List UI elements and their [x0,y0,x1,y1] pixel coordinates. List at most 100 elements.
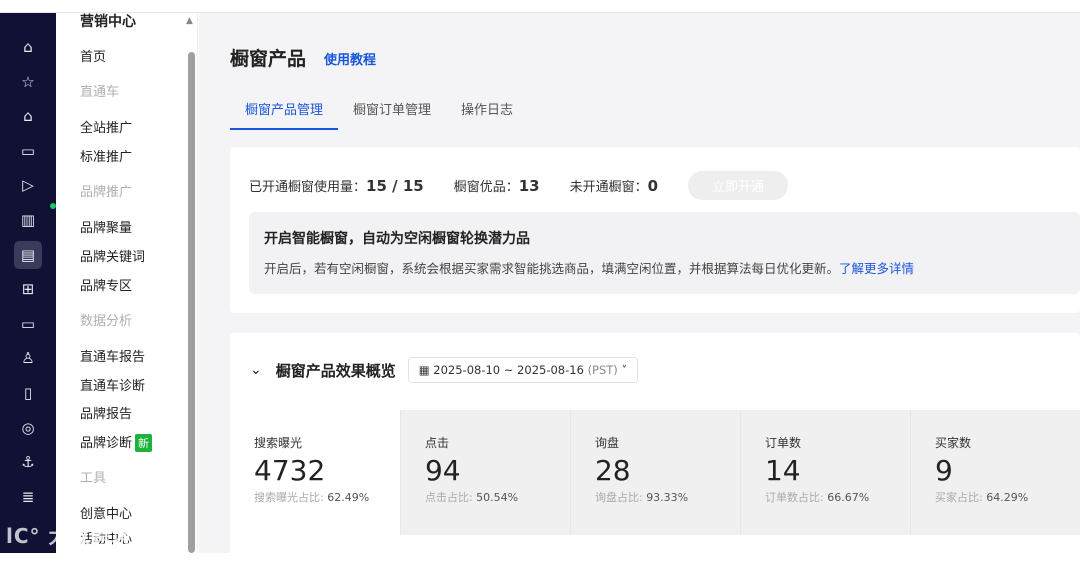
nav-label: 品牌报告 [80,407,133,422]
showcase-status-card: 已开通橱窗使用量： 15 / 15 橱窗优品： 13 未开通橱窗： 0 立即开通 开启… [230,147,1080,313]
nav-label: 品牌诊断 [80,436,133,451]
nav-group-label: 品牌推广 [80,181,132,200]
scroll-up-arrow[interactable]: ▲ [186,16,193,26]
metric-value: 28 [594,454,631,487]
nav-item[interactable]: 全站推广 [80,117,132,136]
metrics-row: 搜索曝光 4732 搜索曝光占比: 62.49% 点击 94 点击占比: 50.54% 询盘… [230,410,1080,535]
quality-value: 13 [518,176,540,195]
tab-showcase-orders[interactable]: 橱窗订单管理 [338,97,446,130]
metric-ratio-label: 订单数占比: [764,491,824,504]
unopened-label: 未开通橱窗： [569,180,648,195]
metric-ratio: 93.33% [646,491,689,504]
tabs: 橱窗产品管理 橱窗订单管理 操作日志 [230,97,528,130]
star-icon[interactable]: ☆ [14,68,42,96]
smart-desc: 开启后，若有空闲橱窗，系统会根据买家需求智能挑选商品，填满空闲位置，并根据算法每… [264,261,840,276]
learn-more-link[interactable]: 了解更多详情 [839,261,914,276]
metric-ratio: 66.67% [827,491,870,504]
nav-item[interactable]: 品牌诊断新 [80,432,153,452]
store-icon[interactable]: ⌂ [14,102,42,130]
nav-label: 直通车诊断 [80,379,146,394]
nav-item[interactable]: 品牌报告 [80,403,132,422]
page-title: 橱窗产品 [230,48,307,70]
metric-ratio: 62.49% [327,491,370,504]
users-icon[interactable]: ♙ [14,344,42,372]
nav-label: 直通车报告 [80,350,146,365]
nav-item[interactable]: 品牌关键词 [80,246,145,265]
overview-card: ⌄ 橱窗产品效果概览 ▦ 2025-08-10 ~ 2025-08-16 (PS… [230,333,1080,563]
overview-title: 橱窗产品效果概览 [275,361,396,380]
nav-item[interactable]: 直通车报告 [80,346,145,365]
metric-value: 14 [764,454,801,487]
watermark-logo: lC° 大数跨境 [6,524,133,548]
nav-label: 数据分析 [80,314,133,329]
metric-card[interactable]: 搜索曝光 4732 搜索曝光占比: 62.49% [230,410,400,535]
metric-ratio-label: 搜索曝光占比: [254,491,324,504]
nav-label: 品牌聚量 [80,221,133,236]
globe-icon[interactable]: ◎ [14,414,42,442]
tab-operation-log[interactable]: 操作日志 [446,97,528,130]
nav-item[interactable]: 首页 [80,46,106,65]
used-label: 已开通橱窗使用量： [249,180,367,195]
tab-showcase-products[interactable]: 橱窗产品管理 [230,97,339,130]
new-badge: 新 [135,434,153,452]
tutorial-link[interactable]: 使用教程 [324,49,376,68]
nav-label: 工具 [80,471,107,486]
video-icon[interactable]: ▷ [14,171,42,199]
smart-title: 开启智能橱窗，自动为空闲橱窗轮换潜力品 [264,231,530,247]
metric-ratio-label: 买家占比: [935,491,983,504]
ticket-icon[interactable]: ⊞ [14,275,42,303]
clipboard-icon[interactable]: ▯ [14,379,42,407]
metric-label: 买家数 [935,436,972,450]
nav-heading: 营销中心 [80,14,136,30]
nav-item[interactable]: 直通车诊断 [80,375,145,394]
chart-icon[interactable]: ▥ [14,203,56,234]
open-now-button[interactable]: 立即开通 [688,171,789,200]
nav-item[interactable]: 品牌聚量 [80,217,132,236]
nav-label: 品牌推广 [80,185,133,200]
metric-ratio-label: 询盘占比: [594,491,643,504]
nav-group-label: 工具 [80,467,106,486]
nav-label: 品牌关键词 [80,250,146,265]
ship-icon[interactable]: ⚓ [14,448,42,476]
metric-label: 订单数 [764,436,801,450]
metric-label: 搜索曝光 [254,436,303,450]
metric-label: 点击 [424,436,449,450]
nav-label: 标准推广 [80,150,133,165]
top-bar [0,0,1080,13]
secondary-sidebar: 营销中心首页直通车全站推广标准推广品牌推广品牌聚量品牌关键词品牌专区数据分析直通… [56,13,198,553]
used-value: 15 / 15 [366,176,424,195]
browser-icon[interactable]: ▭ [14,137,42,165]
metric-label: 询盘 [594,436,619,450]
sidebar-scrollbar[interactable] [188,52,195,553]
metric-value: 94 [424,454,461,487]
nav-group-label: 数据分析 [80,310,132,329]
message-icon[interactable]: ▭ [14,310,42,338]
metric-value: 9 [935,454,953,487]
nav-item[interactable]: 品牌专区 [80,275,132,294]
database-icon[interactable]: ≣ [14,483,42,511]
metric-card[interactable]: 询盘 28 询盘占比: 93.33% [569,410,740,535]
metric-card[interactable]: 订单数 14 订单数占比: 66.67% [739,410,910,535]
nav-group-label: 直通车 [80,81,119,100]
nav-item[interactable]: 标准推广 [80,146,132,165]
metric-ratio-label: 点击占比: [424,491,473,504]
metric-card[interactable]: 买家数 9 买家占比: 64.29% [910,410,1080,535]
metric-ratio: 50.54% [476,491,519,504]
nav-label: 首页 [80,50,107,65]
icon-rail: ⌂ ☆ ⌂ ▭ ▷ ▥ ▤ ⊞ ▭ ♙ ▯ ◎ ⚓ ≣ [0,13,56,553]
metric-card[interactable]: 点击 94 点击占比: 50.54% [399,410,570,535]
unopened-value: 0 [647,176,659,195]
metric-value: 4732 [254,454,326,487]
nav-label: 直通车 [80,85,120,100]
smart-showcase-banner: 开启智能橱窗，自动为空闲橱窗轮换潜力品 开启后，若有空闲橱窗，系统会根据买家需求… [249,212,1080,294]
ad-icon[interactable]: ▤ [14,240,42,269]
collapse-chevron-icon[interactable]: ⌄ [250,362,262,378]
home-icon[interactable]: ⌂ [14,33,42,61]
metric-ratio: 64.29% [986,491,1029,504]
date-range-picker[interactable]: ▦ 2025-08-10 ~ 2025-08-16 (PST) ˅ [407,357,639,383]
calendar-icon: ▦ [418,363,434,377]
main-content: 橱窗产品 使用教程 橱窗产品管理 橱窗订单管理 操作日志 已开通橱窗使用量： 15… [199,13,1080,563]
quality-label: 橱窗优品： [453,180,519,195]
nav-label: 品牌专区 [80,279,133,294]
chevron-down-icon: ˅ [621,363,628,377]
